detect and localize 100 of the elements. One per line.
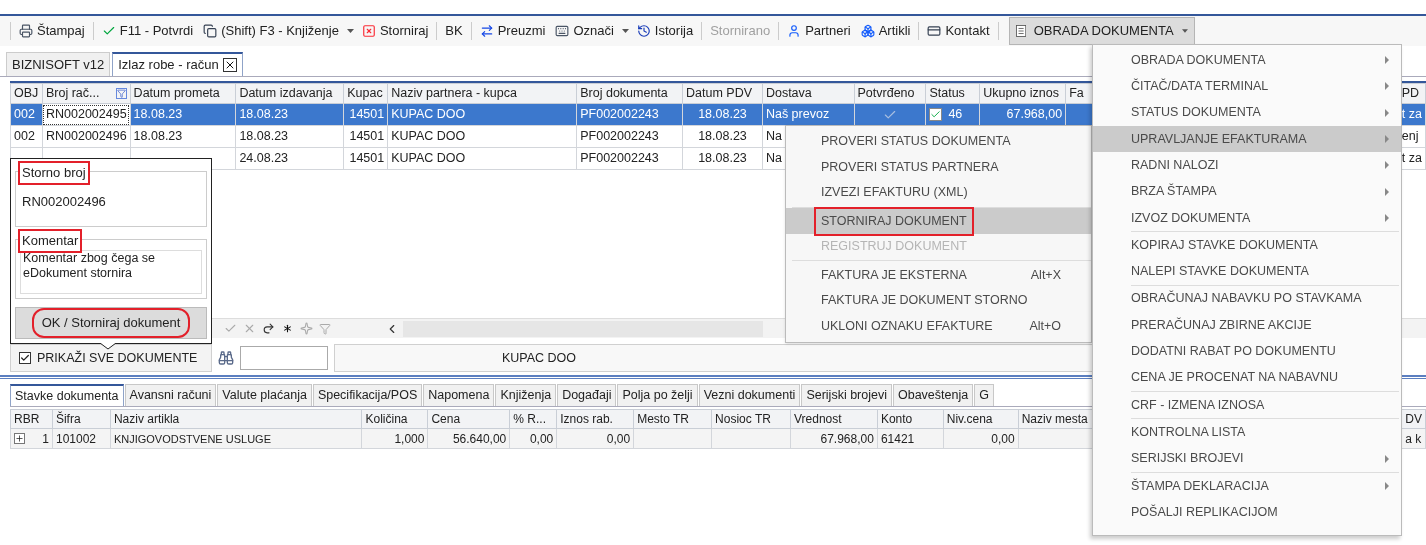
toolbar-button[interactable]: Označi [553, 19, 616, 43]
column-header[interactable]: Broj dokumenta [576, 83, 683, 104]
ok-storno-button[interactable]: OK / Storniraj dokument [15, 307, 207, 339]
menu-item[interactable]: IZVOZ DOKUMENTA [1093, 204, 1401, 232]
column-header[interactable]: Broj rač... [42, 83, 131, 104]
table-cell: a k [1405, 431, 1422, 446]
column-header[interactable]: Ukupno iznos [979, 83, 1066, 104]
submenu-arrow-icon [1385, 135, 1389, 144]
close-icon[interactable] [222, 58, 237, 72]
toolbar-button[interactable]: Partneri [785, 19, 853, 43]
column-header[interactable]: Vrednost [790, 409, 878, 429]
menu-item[interactable]: IZVEZI EFAKTURU (XML) [786, 180, 1091, 206]
toolbar-button[interactable]: Preuzmi [477, 19, 548, 43]
menu-item-label: STORNIRAJ DOKUMENT [816, 208, 972, 234]
table-cell: 18.08.23 [239, 107, 289, 122]
column-header[interactable]: OBJ [10, 83, 43, 104]
toolbar-button[interactable]: Štampaj [17, 19, 87, 43]
expand-toggle[interactable] [14, 433, 25, 444]
menu-item[interactable]: OBRAČUNAJ NABAVKU PO STAVKAMA [1093, 285, 1401, 312]
menu-item[interactable]: OBRADA DOKUMENTA [1093, 47, 1401, 74]
menu-item[interactable]: ČITAČ/DATA TERMINAL [1093, 73, 1401, 100]
column-header[interactable]: RBR [10, 409, 53, 429]
toolbar-button[interactable]: Kontakt [925, 19, 992, 43]
menu-item[interactable]: UPRAVLJANJE EFAKTURAMA [1093, 125, 1401, 153]
column-header[interactable]: Šifra [52, 409, 111, 429]
column-header[interactable]: Dostava [762, 83, 855, 104]
menu-item[interactable]: POŠALJI REPLIKACIJOM [1093, 499, 1401, 526]
detail-tab[interactable]: Serijski brojevi [801, 384, 892, 406]
show-all-checkbox[interactable]: PRIKAŽI SVE DOKUMENTE [10, 344, 212, 372]
toolbar-button[interactable]: Storniraj [359, 19, 431, 43]
column-header[interactable]: Potvrđeno [854, 83, 926, 104]
status-checkbox[interactable] [929, 108, 943, 121]
column-header[interactable]: Datum PDV [682, 83, 763, 104]
column-header[interactable]: Iznos rab. [556, 409, 634, 429]
column-header[interactable]: Cena [427, 409, 510, 429]
search-field[interactable] [240, 346, 328, 370]
menu-item[interactable]: BRZA ŠTAMPA [1093, 178, 1401, 205]
menu-item[interactable]: KONTROLNA LISTA [1093, 419, 1401, 446]
table-cell: 0,00 [991, 431, 1015, 446]
toolbar-button[interactable]: BK [443, 19, 465, 43]
column-header[interactable]: Datum prometa [130, 83, 236, 104]
column-header[interactable]: Količina [362, 409, 428, 429]
submenu-arrow-icon [1385, 82, 1389, 91]
toolbar-button[interactable]: (Shift) F3 - Knjiženje [201, 19, 341, 43]
asterisk-icon[interactable] [281, 322, 294, 335]
check-icon[interactable] [224, 322, 237, 335]
document-tab[interactable]: BIZNISOFT v12 [6, 52, 111, 76]
menu-item[interactable]: UKLONI OZNAKU EFAKTURE Alt+O [786, 313, 1091, 339]
history-icon [636, 24, 651, 38]
table-cell: 101002 [55, 431, 96, 446]
column-header[interactable]: Niv.cena [943, 409, 1019, 429]
menu-item[interactable]: KOPIRAJ STAVKE DOKUMENTA [1093, 232, 1401, 259]
column-header[interactable]: Status [925, 83, 980, 104]
menu-item[interactable]: RADNI NALOZI [1093, 152, 1401, 179]
column-header[interactable]: % R... [509, 409, 557, 429]
menu-item[interactable]: FAKTURA JE DOKUMENT STORNO [786, 287, 1091, 314]
table-cell: 18.08.23 [133, 129, 183, 144]
menu-dropdown-button[interactable]: OBRADA DOKUMENTA [1008, 17, 1195, 45]
column-header[interactable]: Naziv partnera - kupca [387, 83, 577, 104]
menu-item[interactable]: SERIJSKI BROJEVI [1093, 445, 1401, 472]
menu-item[interactable]: STORNIRAJ DOKUMENT [786, 208, 1091, 234]
toolbar-button[interactable]: F11 - Potvrdi [99, 19, 196, 43]
detail-tab[interactable]: Vezni dokumenti [698, 384, 801, 406]
table-cell: 002 [14, 107, 35, 122]
filter-icon[interactable] [115, 88, 127, 99]
menu-item[interactable]: CRF - IZMENA IZNOSA [1093, 391, 1401, 419]
table-cell: 14501 [349, 129, 385, 144]
document-tab[interactable]: Izlaz robe - račun [112, 52, 243, 76]
shortcut-text: Alt+O [1029, 317, 1061, 335]
detail-tab[interactable]: Avansni računi [124, 384, 217, 406]
column-header[interactable]: Kupac [343, 83, 388, 104]
detail-tab[interactable]: Polja po želji [617, 384, 698, 406]
detail-tab[interactable]: Obaveštenja [893, 384, 974, 406]
column-header[interactable]: Nosioc TR [711, 409, 791, 429]
table-cell: 14501 [349, 151, 385, 166]
shortcut-text: Alt+X [1030, 266, 1061, 284]
detail-tab[interactable]: G [974, 384, 994, 406]
detail-tab[interactable]: Stavke dokumenta [10, 384, 124, 406]
toolbar-button[interactable]: Istorija [634, 19, 696, 43]
binoculars-icon[interactable] [218, 350, 234, 366]
table-cell: 18.08.23 [133, 107, 183, 122]
toolbar-button[interactable]: Artikli [858, 19, 913, 43]
column-header[interactable]: Mesto TR [633, 409, 712, 429]
column-header[interactable]: Konto [877, 409, 944, 429]
detail-tab[interactable]: Knjiženja [495, 384, 557, 406]
menu-item[interactable]: ŠTAMPA DEKLARACIJA [1093, 472, 1401, 500]
detail-tab[interactable]: Specifikacija/POS [312, 384, 423, 406]
redo-icon[interactable] [262, 322, 275, 335]
menu-item[interactable]: PRERAČUNAJ ZBIRNE AKCIJE [1093, 311, 1401, 339]
horizontal-scrollbar[interactable] [403, 320, 763, 337]
detail-tab[interactable]: Valute plaćanja [217, 384, 312, 406]
column-header[interactable]: Datum izdavanja [235, 83, 344, 104]
table-cell: Na [765, 151, 782, 166]
column-header[interactable]: Naziv artikla [110, 409, 362, 429]
menu-item[interactable]: PROVERI STATUS PARTNERA [786, 154, 1091, 180]
comment-field[interactable]: Komentar zbog čega se eDokument stornira [20, 250, 202, 294]
detail-tab[interactable]: Napomena [423, 384, 495, 406]
detail-tab[interactable]: Događaji [557, 384, 617, 406]
menu-item[interactable]: NALEPI STAVKE DOKUMENTA [1093, 258, 1401, 285]
menu-item[interactable]: FAKTURA JE EKSTERNA Alt+X [786, 262, 1091, 288]
